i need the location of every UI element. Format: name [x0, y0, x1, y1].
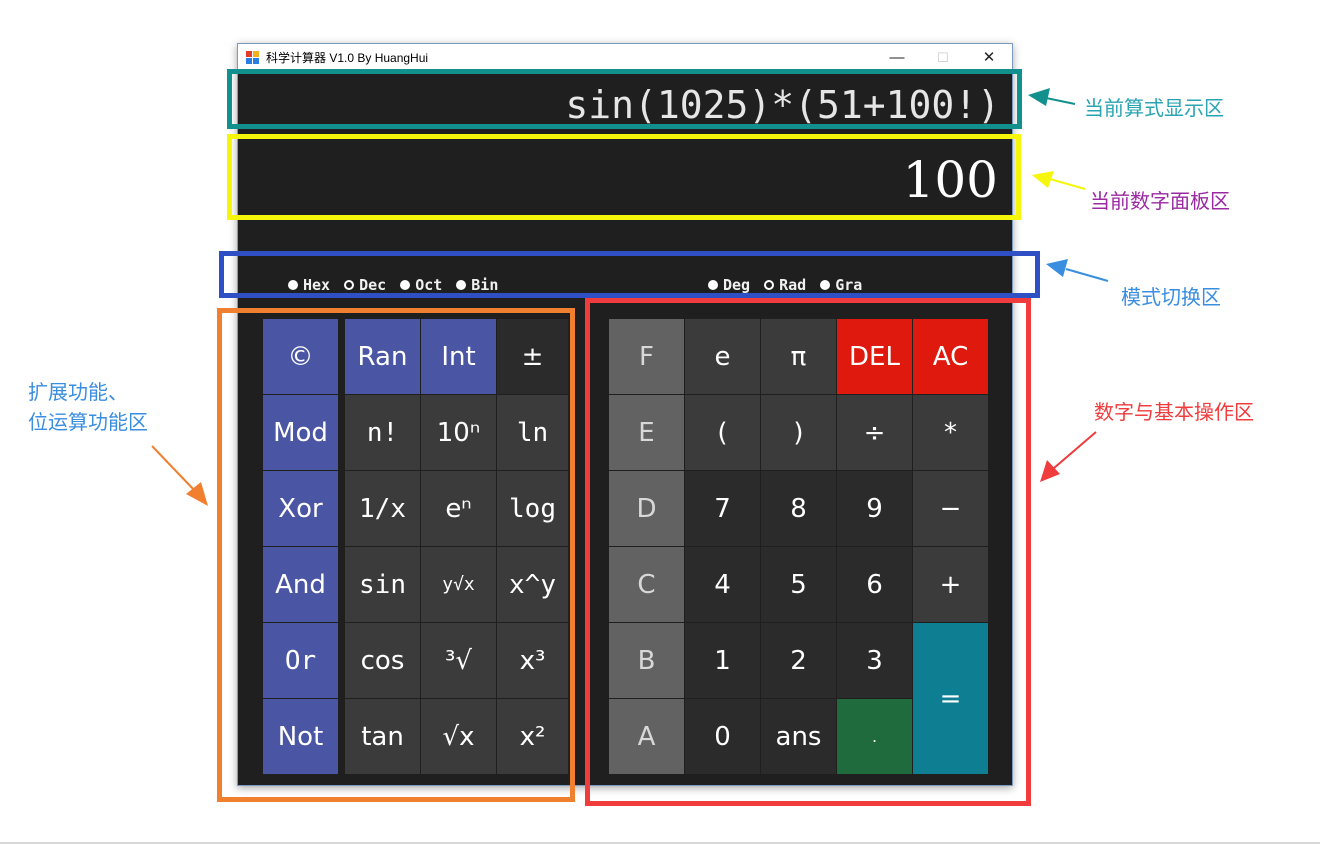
basic-area-caption: 数字与基本操作区 — [1094, 400, 1254, 424]
extended-area-caption-line2: 位运算功能区 — [28, 410, 148, 434]
extended-area-caption-line1: 扩展功能、 — [28, 380, 128, 404]
mode-area-caption: 模式切换区 — [1121, 285, 1221, 309]
number-area-caption: 当前数字面板区 — [1090, 189, 1230, 213]
expression-area-caption: 当前算式显示区 — [1084, 96, 1224, 120]
